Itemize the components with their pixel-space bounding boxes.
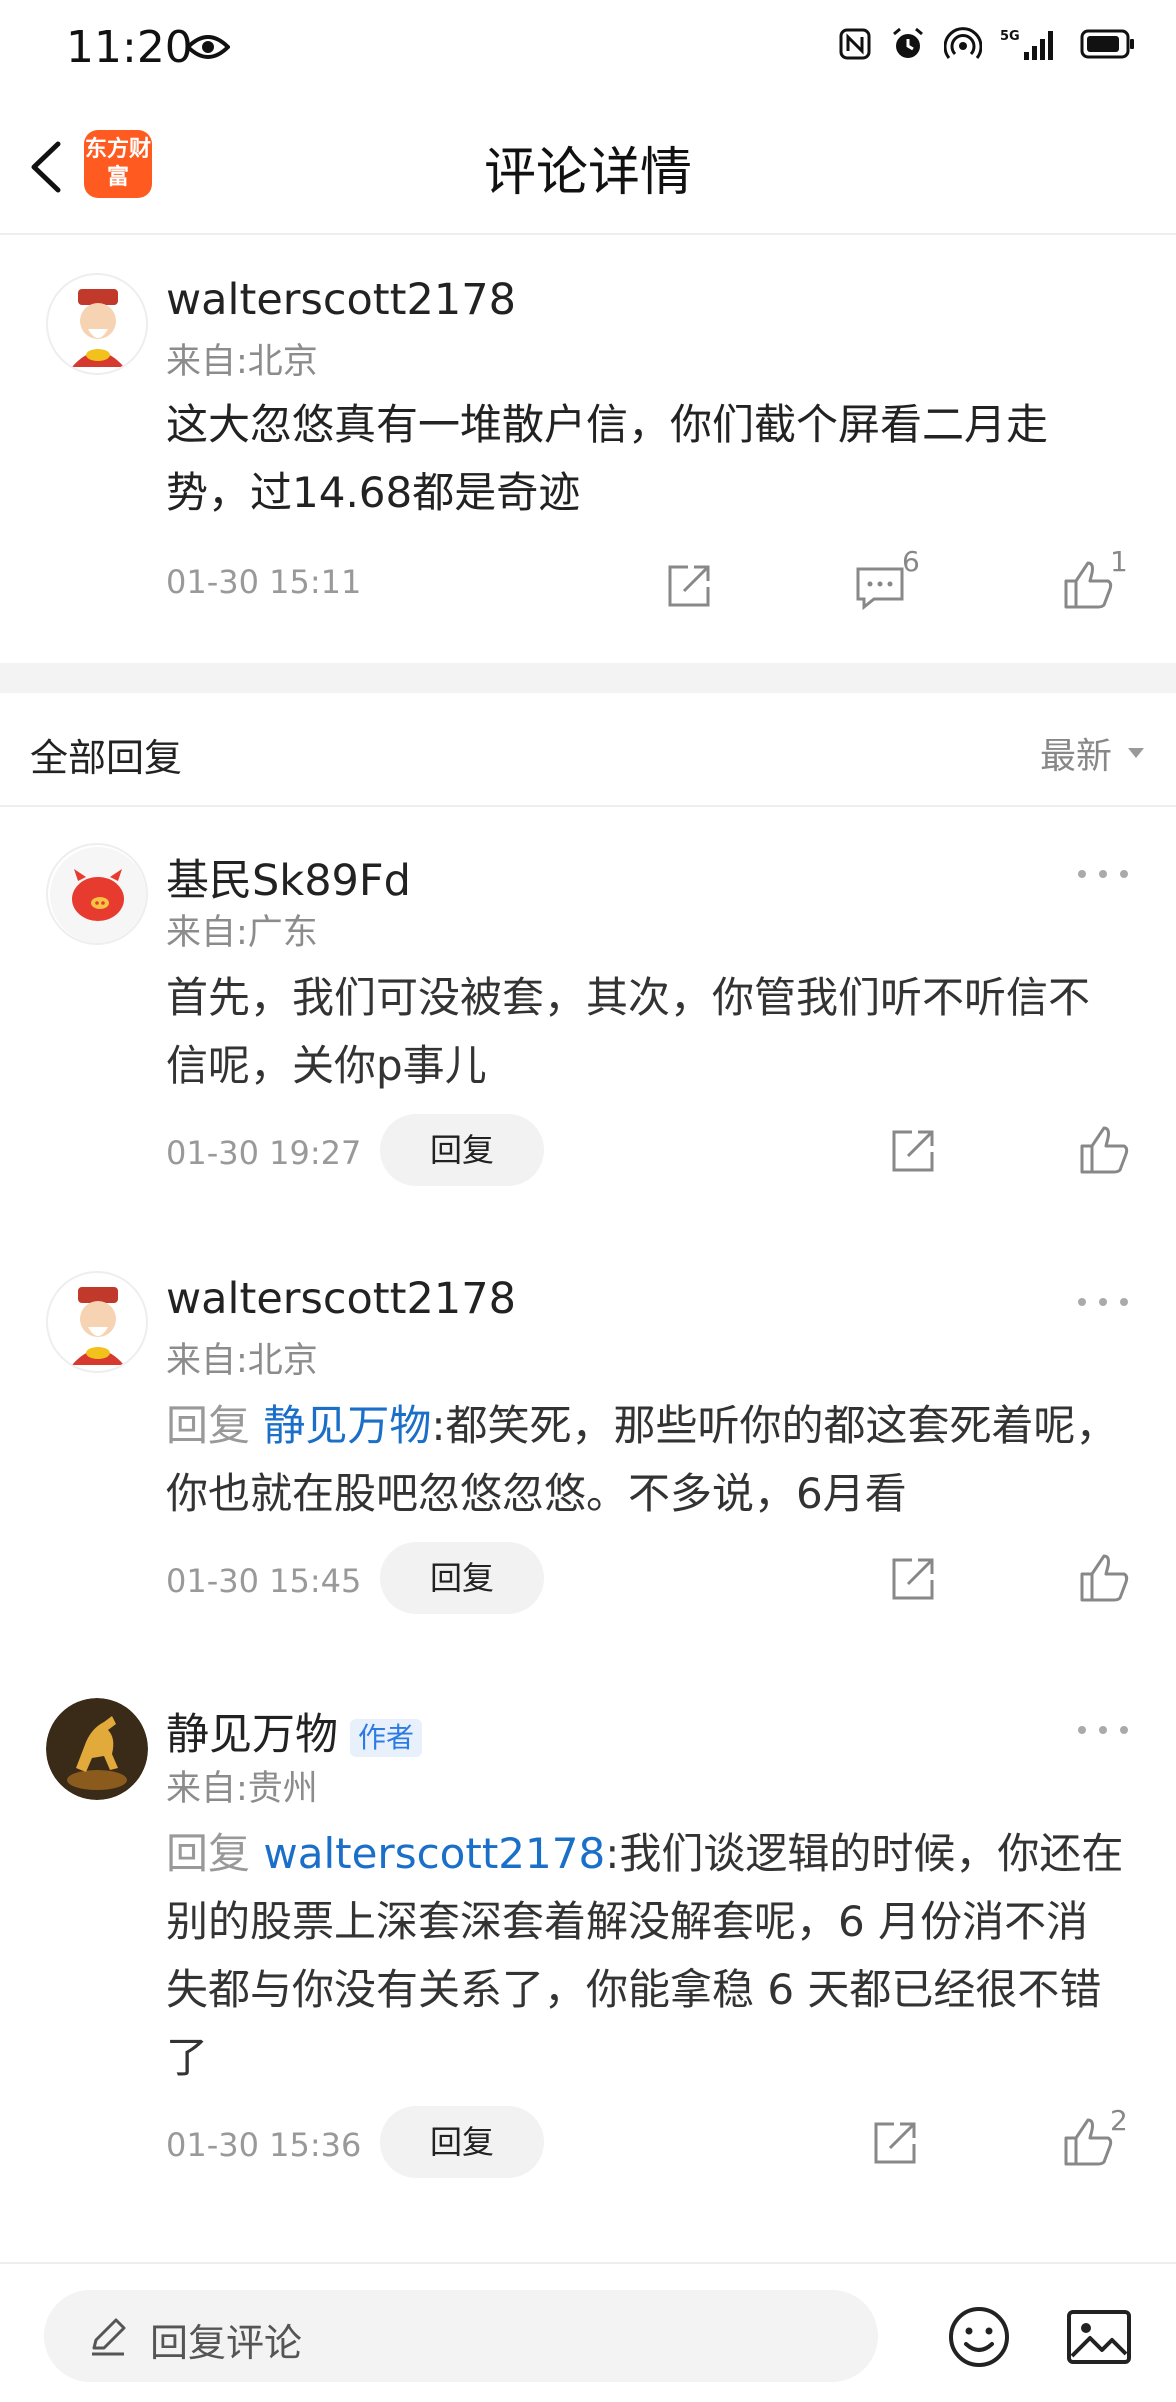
comment-origin: 来自:北京 — [166, 342, 318, 382]
reply-username: 静见万物 作者 — [166, 1700, 423, 1762]
reply-button[interactable]: 回复 — [380, 2106, 544, 2178]
like-icon[interactable] — [1058, 555, 1118, 615]
reply-prefix: 回复 — [166, 1401, 264, 1450]
sort-label: 最新 — [1039, 736, 1112, 777]
reply-count: 6 — [902, 545, 920, 578]
replies-title: 全部回复 — [30, 736, 183, 780]
like-count: 1 — [1110, 545, 1128, 578]
reply-input-placeholder: 回复评论 — [150, 2321, 303, 2365]
reply-time: 01-30 19:27 — [166, 1134, 362, 1172]
header: 东方财富 评论详情 — [0, 98, 1176, 235]
like-icon[interactable] — [1074, 1548, 1134, 1608]
like-icon[interactable] — [1058, 2112, 1118, 2172]
horse-statue-avatar-icon — [46, 1698, 148, 1800]
image-icon[interactable] — [1064, 2304, 1134, 2370]
more-options-icon[interactable] — [1078, 1292, 1128, 1312]
reply-comment-input[interactable]: 回复评论 — [44, 2290, 878, 2382]
mention-link[interactable]: walterscott2178 — [263, 1829, 605, 1878]
alarm-icon — [893, 27, 923, 58]
comment-time: 01-30 15:11 — [166, 563, 362, 601]
comment-body: 这大忽悠真有一堆散户信，你们截个屏看二月走势，过14.68都是奇迹 — [166, 400, 1049, 517]
sort-dropdown[interactable]: 最新 — [1040, 727, 1146, 779]
more-options-icon[interactable] — [1078, 864, 1128, 884]
comment-count-icon[interactable] — [850, 555, 910, 615]
eye-icon — [186, 35, 230, 59]
status-bar: 11:20 5G — [0, 0, 1176, 98]
author-badge: 作者 — [350, 1718, 423, 1757]
hotspot-icon — [944, 27, 982, 59]
share-icon[interactable] — [882, 1120, 942, 1180]
caret-down-icon — [1128, 748, 1144, 758]
share-icon[interactable] — [864, 2112, 924, 2172]
reply-button[interactable]: 回复 — [380, 1542, 544, 1614]
bottom-bar: 回复评论 — [0, 2262, 1176, 2402]
avatar[interactable] — [46, 1271, 148, 1373]
like-icon[interactable] — [1074, 1120, 1134, 1180]
reply-username[interactable]: 基民Sk89Fd — [166, 846, 411, 908]
pig-avatar-icon — [50, 847, 146, 943]
replies-header: 全部回复 最新 — [0, 693, 1176, 807]
reply-username[interactable]: walterscott2178 — [166, 1274, 516, 1324]
share-icon[interactable] — [658, 555, 718, 615]
page-title: 评论详情 — [483, 143, 692, 203]
reply-origin: 来自:广东 — [166, 913, 318, 953]
reply-time: 01-30 15:36 — [166, 2126, 362, 2164]
svg-text:5G: 5G — [1000, 29, 1020, 44]
comment-username[interactable]: walterscott2178 — [166, 275, 516, 325]
status-time: 11:20 — [66, 22, 193, 73]
caishen-avatar-icon — [72, 289, 124, 367]
avatar[interactable] — [46, 273, 148, 375]
reply-origin: 来自:北京 — [166, 1341, 318, 1381]
signal-icon: 5G — [1000, 29, 1053, 60]
emoji-icon[interactable] — [946, 2304, 1012, 2370]
share-icon[interactable] — [882, 1548, 942, 1608]
pencil-icon — [92, 2318, 126, 2356]
main-comment: walterscott2178 来自:北京 这大忽悠真有一堆散户信，你们截个屏看… — [0, 233, 1176, 663]
reply-origin: 来自:贵州 — [166, 1769, 318, 1809]
like-count: 2 — [1110, 2104, 1128, 2137]
nfc-icon — [839, 28, 871, 60]
reply-body: 回复 walterscott2178:我们谈逻辑的时候，你还在别的股票上深套深套… — [166, 1820, 1126, 2092]
caishen-avatar-icon — [72, 1287, 124, 1365]
reply-button[interactable]: 回复 — [380, 1114, 544, 1186]
reply-body: 回复 静见万物:都笑死，那些听你的都这套死着呢，你也就在股吧忽悠忽悠。不多说，6… — [166, 1392, 1126, 1528]
section-divider — [0, 663, 1176, 693]
battery-icon — [1080, 29, 1134, 59]
avatar[interactable] — [46, 843, 148, 945]
reply-prefix: 回复 — [166, 1829, 264, 1878]
more-options-icon[interactable] — [1078, 1720, 1128, 1740]
mention-link[interactable]: 静见万物 — [263, 1401, 431, 1450]
avatar[interactable] — [46, 1698, 148, 1800]
reply-username-text[interactable]: 静见万物 — [166, 1710, 338, 1760]
reply-body: 首先，我们可没被套，其次，你管我们听不听信不信呢，关你p事儿 — [166, 973, 1091, 1090]
reply-time: 01-30 15:45 — [166, 1562, 362, 1600]
